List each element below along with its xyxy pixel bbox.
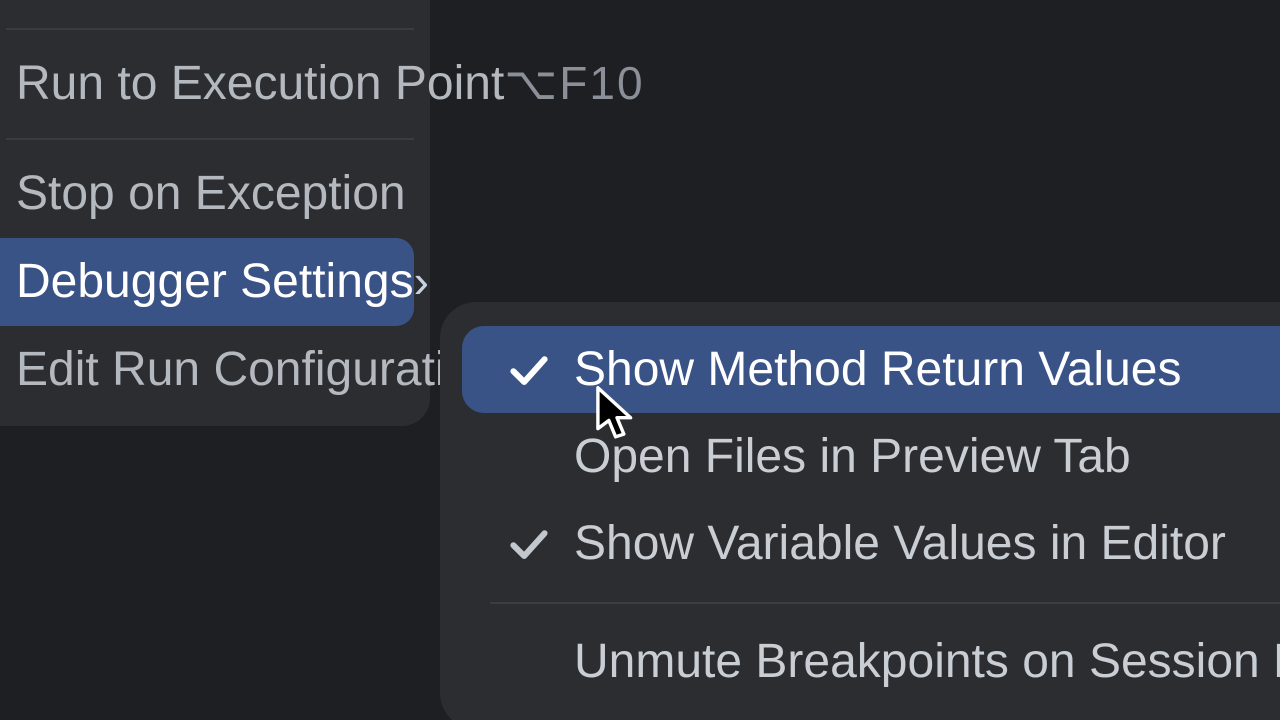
check-icon bbox=[484, 346, 574, 394]
check-icon bbox=[484, 520, 574, 568]
menu-item-label: Debugger Settings bbox=[16, 252, 414, 312]
submenu-item-open-files-in-preview-tab[interactable]: Open Files in Preview Tab bbox=[462, 413, 1280, 500]
debugger-settings-submenu: Show Method Return Values Open Files in … bbox=[440, 302, 1280, 720]
menu-item-label: Run to Execution Point bbox=[16, 54, 504, 114]
menu-item-label: Step Out Into bbox=[16, 0, 299, 4]
menu-item-shortcut: ⇧F7 bbox=[299, 0, 397, 3]
submenu-item-label: Show Variable Values in Editor bbox=[574, 510, 1226, 577]
menu-separator bbox=[490, 602, 1280, 604]
chevron-right-icon: › bbox=[414, 253, 429, 311]
menu-item-edit-run-configuration[interactable]: Edit Run Configuration... bbox=[0, 326, 414, 414]
debugger-context-menu: Force Step Into ⌥⇧F7 Step Out Into ⇧F7 R… bbox=[0, 0, 430, 426]
menu-item-step-out-into[interactable]: Step Out Into ⇧F7 bbox=[0, 0, 414, 18]
menu-item-debugger-settings[interactable]: Debugger Settings › bbox=[0, 238, 414, 326]
submenu-item-show-method-return-values[interactable]: Show Method Return Values bbox=[462, 326, 1280, 413]
menu-separator bbox=[6, 28, 414, 30]
menu-item-stop-on-exception[interactable]: Stop on Exception bbox=[0, 150, 414, 238]
submenu-item-label: Open Files in Preview Tab bbox=[574, 423, 1131, 490]
menu-item-shortcut: ⌥F10 bbox=[504, 55, 644, 113]
submenu-item-label: Unmute Breakpoints on Session End bbox=[574, 628, 1280, 695]
submenu-item-unmute-breakpoints-on-session-end[interactable]: Unmute Breakpoints on Session End bbox=[462, 618, 1280, 705]
submenu-item-label: Show Method Return Values bbox=[574, 336, 1181, 403]
submenu-item-show-variable-values-in-editor[interactable]: Show Variable Values in Editor bbox=[462, 500, 1280, 587]
menu-item-label: Stop on Exception bbox=[16, 164, 406, 224]
menu-separator bbox=[6, 138, 414, 140]
menu-item-run-to-execution-point[interactable]: Run to Execution Point ⌥F10 bbox=[0, 40, 414, 128]
